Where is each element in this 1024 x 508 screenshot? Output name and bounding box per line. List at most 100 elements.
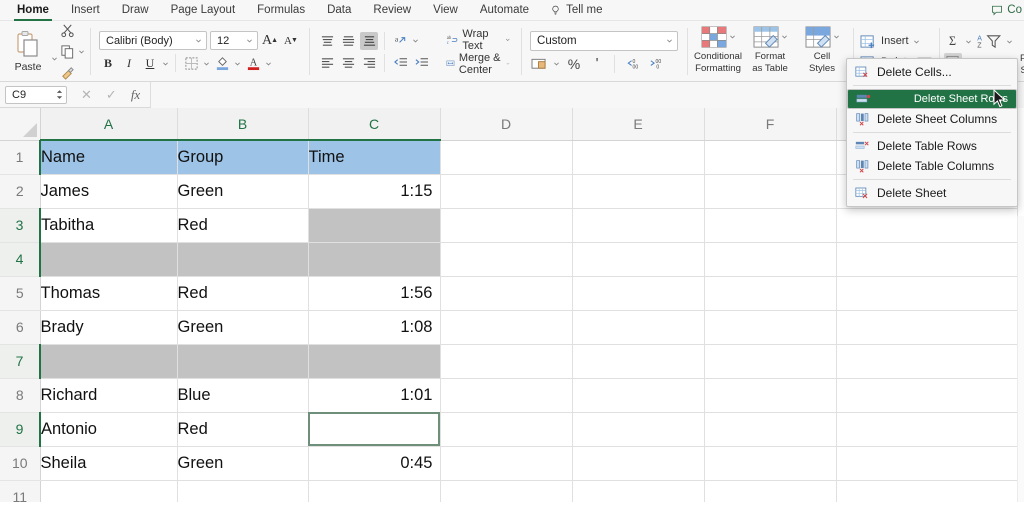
- cell-d11[interactable]: [440, 480, 572, 502]
- cell-g8[interactable]: [836, 378, 1017, 412]
- sort-filter-chevron-down-icon[interactable]: [1006, 38, 1013, 45]
- font-color-chevron-down-icon[interactable]: [265, 60, 272, 67]
- cell-f11[interactable]: [704, 480, 836, 502]
- font-color-button[interactable]: A: [244, 54, 262, 72]
- row-header-3[interactable]: 3: [0, 208, 40, 242]
- insert-button[interactable]: Insert: [858, 33, 934, 50]
- cell-e5[interactable]: [572, 276, 704, 310]
- cancel-icon[interactable]: ✕: [81, 87, 92, 103]
- orientation-chevron-down-icon[interactable]: [412, 37, 419, 44]
- cell-e1[interactable]: [572, 140, 704, 174]
- copy-button[interactable]: [58, 43, 76, 61]
- cell-a8[interactable]: Richard: [40, 378, 177, 412]
- accounting-chevron-down-icon[interactable]: [553, 60, 560, 67]
- cell-d1[interactable]: [440, 140, 572, 174]
- cell-a11[interactable]: [40, 480, 177, 502]
- cell-a9[interactable]: Antonio: [40, 412, 177, 446]
- check-icon[interactable]: ✓: [106, 87, 117, 103]
- row-header-2[interactable]: 2: [0, 174, 40, 208]
- cell-f10[interactable]: [704, 446, 836, 480]
- cell-d6[interactable]: [440, 310, 572, 344]
- paste-button[interactable]: Paste: [5, 24, 51, 80]
- cell-b2[interactable]: Green: [177, 174, 308, 208]
- cell-a4[interactable]: [40, 242, 177, 276]
- italic-button[interactable]: I: [120, 54, 138, 72]
- increase-decimal-button[interactable]: 00 0: [646, 55, 664, 73]
- accounting-format-button[interactable]: [530, 55, 548, 73]
- cell-c5[interactable]: 1:56: [308, 276, 440, 310]
- align-center-button[interactable]: [339, 54, 357, 72]
- cell-b6[interactable]: Green: [177, 310, 308, 344]
- column-header-f[interactable]: F: [704, 108, 836, 140]
- cell-c7[interactable]: [308, 344, 440, 378]
- increase-indent-button[interactable]: [412, 54, 430, 72]
- orientation-button[interactable]: a: [391, 32, 409, 50]
- cell-a5[interactable]: Thomas: [40, 276, 177, 310]
- font-size-select[interactable]: 12: [210, 31, 258, 50]
- cell-g11[interactable]: [836, 480, 1017, 502]
- cell-b5[interactable]: Red: [177, 276, 308, 310]
- row-header-1[interactable]: 1: [0, 140, 40, 174]
- tab-review[interactable]: Review: [362, 0, 422, 21]
- cell-d5[interactable]: [440, 276, 572, 310]
- select-all-corner[interactable]: [0, 108, 40, 140]
- cell-c8[interactable]: 1:01: [308, 378, 440, 412]
- cell-b11[interactable]: [177, 480, 308, 502]
- merge-center-button[interactable]: Merge & Center: [444, 54, 512, 74]
- sort-filter-button[interactable]: A Z: [975, 32, 1003, 50]
- column-header-e[interactable]: E: [572, 108, 704, 140]
- cell-e4[interactable]: [572, 242, 704, 276]
- cell-c9[interactable]: [308, 412, 440, 446]
- cell-c4[interactable]: [308, 242, 440, 276]
- menu-item-delete-cells[interactable]: Delete Cells...: [847, 62, 1017, 82]
- cell-b1[interactable]: Group: [177, 140, 308, 174]
- cell-d4[interactable]: [440, 242, 572, 276]
- wrap-text-button[interactable]: ab c Wrap Text: [444, 30, 512, 50]
- row-header-4[interactable]: 4: [0, 242, 40, 276]
- cell-f9[interactable]: [704, 412, 836, 446]
- cell-c1[interactable]: Time: [308, 140, 440, 174]
- cut-button[interactable]: [58, 22, 76, 40]
- cell-g5[interactable]: [836, 276, 1017, 310]
- row-header-5[interactable]: 5: [0, 276, 40, 310]
- cell-c3[interactable]: [308, 208, 440, 242]
- cell-e2[interactable]: [572, 174, 704, 208]
- tab-data[interactable]: Data: [316, 0, 362, 21]
- conditional-formatting-button[interactable]: Conditional Formatting: [692, 23, 744, 81]
- cell-a10[interactable]: Sheila: [40, 446, 177, 480]
- menu-item-delete-table-columns[interactable]: Delete Table Columns: [847, 156, 1017, 176]
- row-header-10[interactable]: 10: [0, 446, 40, 480]
- cell-c10[interactable]: 0:45: [308, 446, 440, 480]
- cell-f2[interactable]: [704, 174, 836, 208]
- row-header-11[interactable]: 11: [0, 480, 40, 502]
- cell-g7[interactable]: [836, 344, 1017, 378]
- menu-item-delete-sheet-rows[interactable]: Delete Sheet Rows: [847, 89, 1017, 109]
- decrease-decimal-button[interactable]: 0 00: [623, 55, 641, 73]
- borders-chevron-down-icon[interactable]: [203, 60, 210, 67]
- cell-e6[interactable]: [572, 310, 704, 344]
- row-header-7[interactable]: 7: [0, 344, 40, 378]
- cell-a1[interactable]: Name: [40, 140, 177, 174]
- tab-automate[interactable]: Automate: [469, 0, 540, 21]
- cell-e8[interactable]: [572, 378, 704, 412]
- underline-button[interactable]: U: [141, 54, 159, 72]
- grow-font-button[interactable]: A ▲: [261, 32, 279, 50]
- align-middle-button[interactable]: [339, 32, 357, 50]
- cell-f8[interactable]: [704, 378, 836, 412]
- autosum-button[interactable]: Σ: [944, 32, 962, 50]
- cell-e10[interactable]: [572, 446, 704, 480]
- row-header-8[interactable]: 8: [0, 378, 40, 412]
- autosum-chevron-down-icon[interactable]: [965, 38, 972, 45]
- fx-icon[interactable]: fx: [131, 87, 140, 103]
- format-as-table-button[interactable]: Format as Table: [744, 23, 796, 81]
- align-right-button[interactable]: [360, 54, 378, 72]
- tell-me-box[interactable]: Tell me: [540, 4, 612, 16]
- cell-f7[interactable]: [704, 344, 836, 378]
- comments-button[interactable]: Co: [985, 2, 1024, 18]
- vertical-scrollbar[interactable]: [1017, 216, 1024, 502]
- row-header-6[interactable]: 6: [0, 310, 40, 344]
- number-format-select[interactable]: Custom: [530, 31, 678, 51]
- tab-draw[interactable]: Draw: [111, 0, 160, 21]
- cell-e9[interactable]: [572, 412, 704, 446]
- cell-e11[interactable]: [572, 480, 704, 502]
